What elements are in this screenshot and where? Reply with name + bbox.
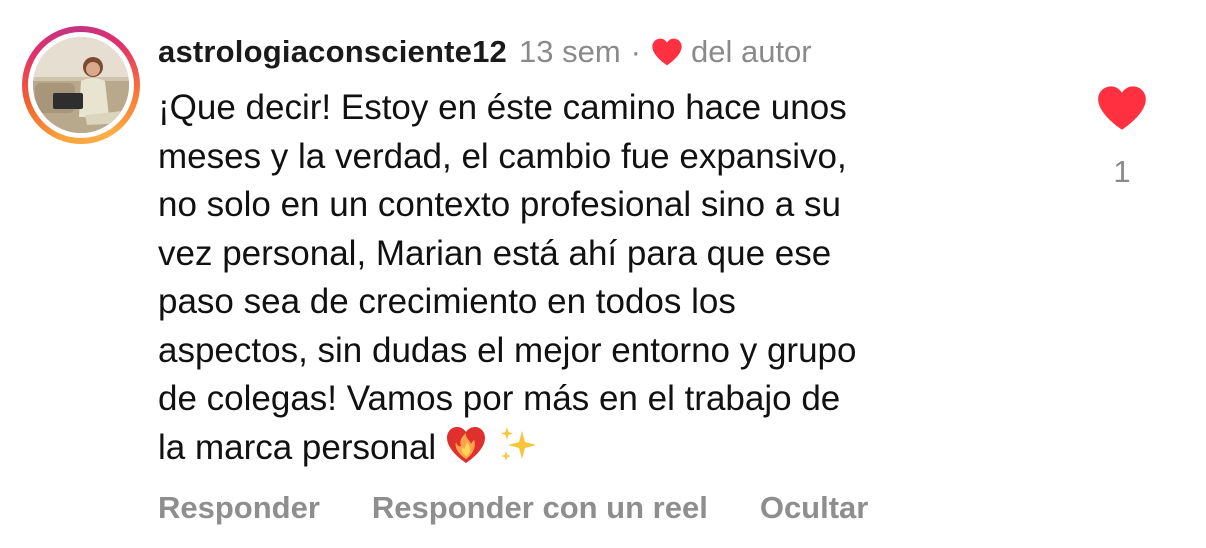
comment-text-line: meses y la verdad, el cambio fue expansi…: [158, 136, 847, 176]
like-count[interactable]: 1: [1096, 154, 1148, 190]
avatar-story-ring[interactable]: [22, 26, 140, 144]
comment-actions: Responder Responder con un reel Ocultar: [158, 486, 920, 530]
reply-button[interactable]: Responder: [158, 490, 320, 526]
author-heart-icon: [651, 37, 683, 67]
reply-with-reel-button[interactable]: Responder con un reel: [372, 490, 708, 526]
comment-text-line: paso sea de crecimiento en todos los: [158, 282, 736, 321]
comment-text-line: vez personal, Marian está ahí para que e…: [158, 233, 832, 273]
heart-on-fire-emoji: [444, 425, 488, 479]
comment-text-line: la marca personal: [158, 427, 437, 467]
comment: astrologiaconsciente12 13 sem · del auto…: [0, 0, 1206, 548]
like-button[interactable]: [1096, 84, 1148, 132]
sparkles-emoji: [496, 425, 540, 479]
separator-dot: ·: [630, 34, 641, 69]
avatar[interactable]: [33, 37, 129, 133]
comment-header: astrologiaconsciente12 13 sem · del auto…: [158, 30, 812, 74]
comment-text: ¡Que decir! Estoy en éste camino hace un…: [158, 84, 1058, 478]
author-liked-label: del autor: [690, 34, 812, 69]
comment-text-line: ¡Que decir! Estoy en éste camino hace un…: [158, 88, 847, 127]
avatar-photo: [33, 37, 129, 133]
heart-icon: [1098, 86, 1146, 130]
comment-text-line: aspectos, sin dudas el mejor entorno y g…: [158, 330, 857, 370]
hide-button[interactable]: Ocultar: [760, 490, 869, 526]
username[interactable]: astrologiaconsciente12: [158, 34, 507, 70]
comment-text-line: de colegas! Vamos por más en el trabajo …: [158, 379, 841, 418]
timestamp: 13 sem: [518, 34, 621, 69]
comment-text-line: no solo en un contexto profesional sino …: [158, 185, 841, 224]
